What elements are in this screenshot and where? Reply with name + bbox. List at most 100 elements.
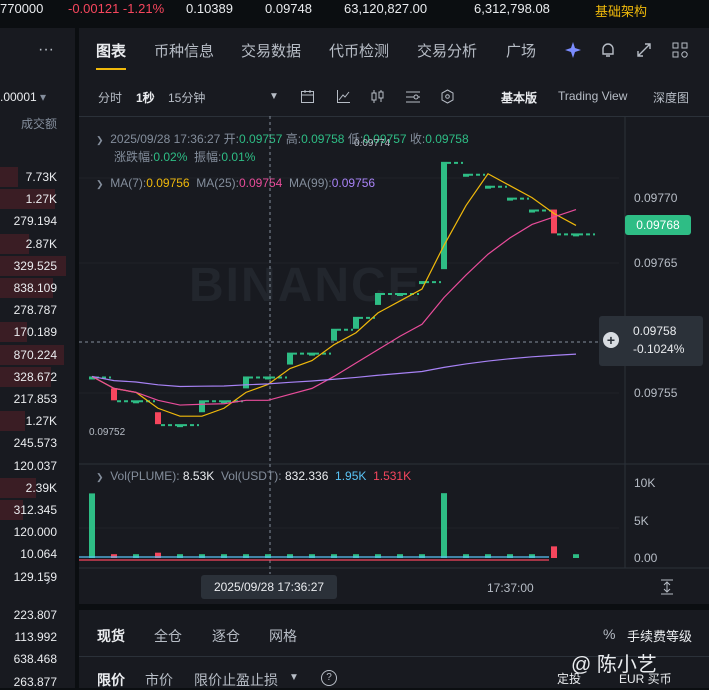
amount-cell: 245.573: [13, 436, 57, 451]
candle: [243, 376, 249, 389]
vol-plume-value: 8.53K: [182, 469, 215, 483]
price-axis-label: 0.09770: [634, 191, 678, 205]
volume-bar: [89, 493, 95, 558]
info-icon[interactable]: ?: [321, 670, 337, 686]
chevron-down-icon[interactable]: ▼: [289, 672, 299, 683]
percent-icon[interactable]: %: [603, 626, 615, 642]
amount-cell: 1.27K: [25, 192, 57, 207]
amount-cell: 329.525: [13, 258, 57, 273]
fee-level-link[interactable]: 手续费等级: [627, 626, 692, 645]
volume-bar: [573, 554, 579, 558]
order-stop-limit[interactable]: 限价止盈止损: [194, 670, 278, 690]
volume-bar: [551, 546, 557, 558]
amount-cell: 170.189: [13, 325, 57, 340]
low-24h: 0.09748: [265, 1, 312, 16]
candle: [111, 388, 117, 401]
amount-cell: 279.194: [13, 214, 57, 229]
vol-ma2-value: 1.531K: [373, 469, 412, 483]
vol-plume-label: Vol(PLUME):: [110, 469, 180, 483]
order-market[interactable]: 市价: [145, 670, 173, 690]
volume-usdt-24h: 6,312,798.08: [474, 1, 550, 16]
volume-axis-label: 5K: [634, 514, 649, 528]
volume-bar: [441, 493, 447, 558]
high-24h: 0.10389: [186, 1, 233, 16]
tab-spot[interactable]: 现货: [97, 626, 125, 646]
candle: [133, 400, 139, 404]
min-price-marker: 0.09752: [89, 427, 126, 438]
fit-height-icon[interactable]: [657, 577, 677, 597]
last-price: 770000: [0, 1, 44, 16]
price-axis-label: 0.09755: [634, 386, 678, 400]
candle: [507, 197, 513, 201]
crosshair-pct: -0.1024%: [633, 342, 685, 356]
candle: [375, 293, 381, 305]
candle: [199, 400, 205, 413]
current-price-tag: 0.09768: [625, 215, 691, 235]
add-alert-icon[interactable]: +: [603, 332, 619, 348]
depth-bar: [0, 167, 18, 187]
volume-axis-label: 0.00: [634, 551, 658, 565]
amount-cell: 312.345: [13, 503, 57, 517]
volume-axis-label: 10K: [634, 476, 656, 490]
amount-cell: 10.064: [20, 547, 57, 562]
chart-panel: 图表 币种信息 交易数据 代币检测 交易分析 广场 分时 1秒 15分钟 ▼ 基本版 Tr…: [79, 28, 709, 604]
tab-cross[interactable]: 全仓: [154, 626, 182, 646]
amount-cell: 217.853: [13, 392, 57, 406]
candle: [177, 424, 183, 428]
depth-bar: [0, 233, 29, 254]
crosshair-price-tag: + 0.09758 -0.1024%: [599, 316, 703, 366]
amount-cell: 223.807: [13, 608, 57, 622]
amount-cell: 838.109: [13, 281, 57, 295]
candle: [309, 352, 315, 356]
ma99-line: [91, 353, 577, 388]
candle: [397, 293, 403, 296]
chevron-right-icon[interactable]: ›: [40, 572, 56, 588]
candle: [529, 209, 535, 213]
precision-select[interactable]: .00001 ▾: [0, 90, 46, 104]
collapse-chevron-icon[interactable]: ❯: [96, 472, 104, 482]
candle: [463, 173, 469, 177]
volume-plume-24h: 63,120,827.00: [344, 1, 428, 16]
tab-grid[interactable]: 网格: [269, 626, 297, 646]
trade-history-panel: ··· .00001 ▾ 成交额 7.73K 1.27K 279.194 2.87K 3…: [0, 28, 75, 689]
time-axis-tick: 17:37:00: [487, 581, 534, 595]
amount-header: 成交额: [20, 117, 57, 131]
more-icon[interactable]: ···: [34, 40, 58, 60]
candle: [155, 412, 161, 425]
amount-cell: 120.037: [13, 458, 57, 473]
vol-usdt-value: 832.336: [284, 469, 329, 483]
candle: [485, 185, 491, 189]
tag-infra[interactable]: 基础架构: [595, 1, 647, 20]
amount-cell: 870.224: [13, 347, 57, 362]
vol-usdt-label: Vol(USDT):: [220, 469, 282, 483]
chevron-down-icon: ▾: [40, 90, 47, 104]
candle: [265, 376, 271, 380]
price-axis-label: 0.09765: [634, 256, 678, 270]
order-limit[interactable]: 限价: [97, 670, 125, 690]
crosshair-time-tag: 2025/09/28 17:36:27: [201, 575, 337, 599]
candle: [441, 161, 447, 270]
trade-panel: 现货 全仓 逐仓 网格 % 手续费等级 限价 市价 限价止盈止损 ▼ ? @ 陈…: [79, 610, 709, 688]
crosshair-price: 0.09758: [633, 324, 677, 338]
amount-cell: 1.27K: [25, 414, 57, 429]
auto-invest-link[interactable]: 定投: [557, 670, 581, 687]
candle: [353, 316, 359, 329]
amount-cell: 120.000: [13, 525, 57, 540]
ma25-line: [91, 208, 577, 406]
candle: [287, 352, 293, 365]
amount-cell: 278.787: [13, 303, 57, 318]
amount-cell: 638.468: [13, 652, 57, 667]
tab-isolated[interactable]: 逐仓: [212, 626, 240, 646]
buy-crypto-link[interactable]: EUR 买币: [619, 670, 672, 687]
price-change: -0.00121 -1.21%: [68, 1, 165, 16]
max-price-marker: 0.09774: [354, 138, 391, 149]
amount-cell: 113.992: [14, 630, 58, 645]
ticker-bar: 770000 -0.00121 -1.21% 0.10389 0.09748 6…: [0, 0, 709, 26]
volume-row: ❯ Vol(PLUME): 8.53K Vol(USDT): 832.336 1…: [96, 469, 411, 483]
vol-ma1-value: 1.95K: [335, 469, 367, 483]
candle: [331, 328, 337, 341]
depth-bar: [0, 411, 25, 432]
amount-cell: 7.73K: [25, 170, 57, 184]
amount-cell: 2.87K: [25, 236, 57, 251]
amount-cell: 2.39K: [25, 480, 57, 495]
